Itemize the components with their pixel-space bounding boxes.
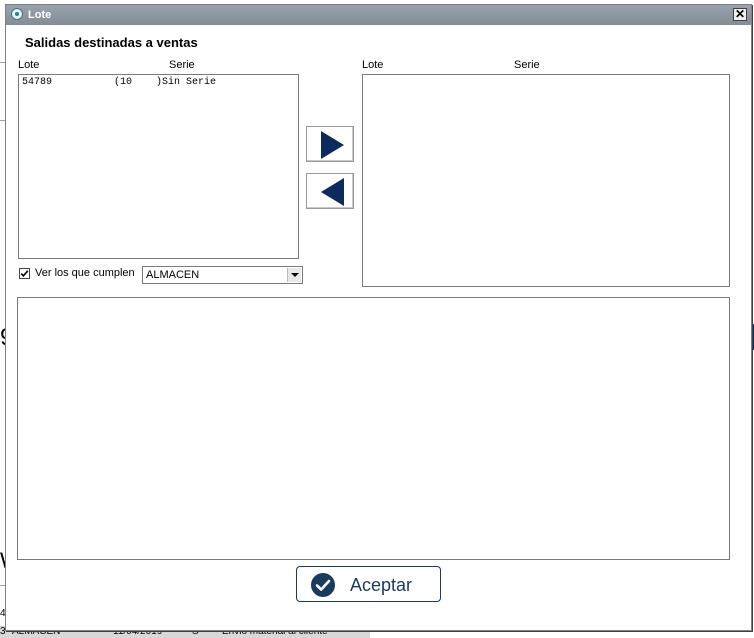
move-right-button[interactable] xyxy=(306,126,354,162)
close-button[interactable]: ✕ xyxy=(733,8,747,21)
lote-dialog: Lote ✕ Salidas destinadas a ventas Lote … xyxy=(5,4,752,631)
lot-quantity: (10 xyxy=(114,77,133,88)
lot-serie: )Sin Serie xyxy=(156,77,217,88)
window-title: Lote xyxy=(28,9,52,21)
warehouse-select[interactable]: ALMACEN xyxy=(142,266,303,284)
left-col-lote-label: Lote xyxy=(18,59,40,71)
filter-checkbox[interactable] xyxy=(19,268,30,279)
move-left-button[interactable] xyxy=(306,173,354,209)
available-lots-list[interactable]: 54789 (10 )Sin Serie xyxy=(18,74,299,259)
filter-checkbox-label: Ver los que cumplen xyxy=(35,267,135,279)
accept-button[interactable]: Aceptar xyxy=(296,566,441,602)
arrow-left-icon xyxy=(321,178,344,206)
dialog-heading: Salidas destinadas a ventas xyxy=(25,35,198,50)
check-circle-icon xyxy=(311,573,335,597)
details-panel[interactable] xyxy=(17,297,730,560)
arrow-right-icon xyxy=(321,131,344,159)
chevron-down-icon xyxy=(287,268,301,282)
accept-button-label: Aceptar xyxy=(350,575,413,595)
left-col-serie-label: Serie xyxy=(169,59,195,71)
warehouse-select-value: ALMACEN xyxy=(146,269,200,281)
checkmark-icon xyxy=(20,270,29,277)
title-bar[interactable]: Lote ✕ xyxy=(6,5,751,25)
right-col-lote-label: Lote xyxy=(362,59,384,71)
lot-number: 54789 xyxy=(22,77,53,88)
list-item[interactable]: 54789 (10 )Sin Serie xyxy=(22,77,292,89)
app-icon xyxy=(11,8,23,20)
selected-lots-list[interactable] xyxy=(362,74,730,287)
right-col-serie-label: Serie xyxy=(514,59,540,71)
